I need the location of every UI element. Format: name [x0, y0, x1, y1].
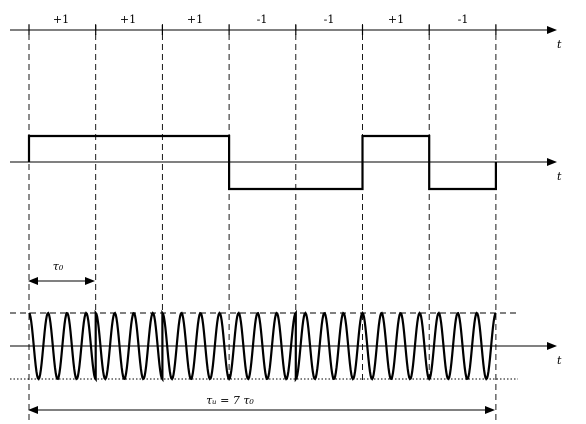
chip-label-6: +1 — [388, 13, 404, 26]
bottom-axis-label: t — [557, 354, 562, 367]
chip-duration-label: τ₀ — [53, 260, 64, 273]
chip-label-5: -1 — [324, 13, 335, 26]
chip-label-group: +1 +1 +1 -1 -1 +1 -1 — [53, 13, 468, 26]
phase-coded-signal-diagram: t +1 +1 +1 -1 -1 +1 -1 t τ₀ t τᵤ = 7 τ₀ — [0, 0, 586, 424]
diagram-canvas: t +1 +1 +1 -1 -1 +1 -1 t τ₀ t τᵤ = 7 τ₀ — [10, 13, 562, 422]
total-duration-label: τᵤ = 7 τ₀ — [206, 394, 254, 407]
chip-label-2: +1 — [120, 13, 136, 26]
chip-label-3: +1 — [187, 13, 203, 26]
top-axis-label: t — [557, 38, 562, 51]
chip-label-7: -1 — [458, 13, 469, 26]
middle-axis-label: t — [557, 170, 562, 183]
chip-label-4: -1 — [257, 13, 268, 26]
chip-label-1: +1 — [53, 13, 69, 26]
